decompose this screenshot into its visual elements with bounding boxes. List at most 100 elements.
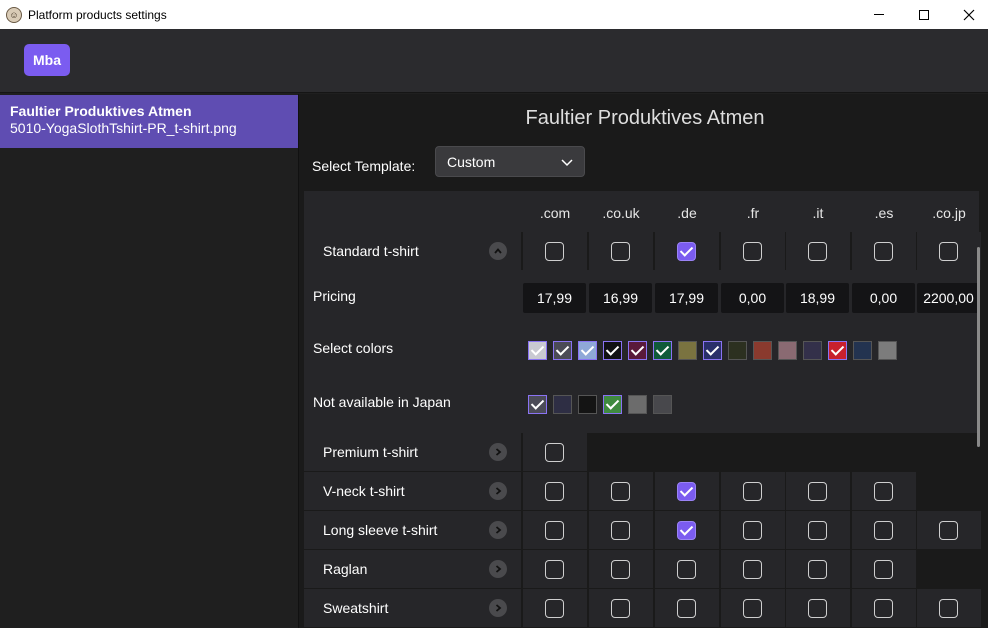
marketplace-checkbox[interactable]: [743, 521, 762, 540]
marketplace-checkbox[interactable]: [677, 521, 696, 540]
close-button[interactable]: [946, 0, 988, 29]
marketplace-checkbox[interactable]: [611, 482, 630, 501]
price-input[interactable]: 16,99: [589, 283, 652, 313]
marketplace-cell: [852, 472, 916, 510]
color-swatch[interactable]: [853, 341, 872, 360]
main-panel: Faultier Produktives Atmen Select Templa…: [298, 94, 988, 628]
marketplace-cell: [655, 232, 719, 270]
marketplace-cell: [523, 589, 587, 627]
product-name: V-neck t-shirt: [323, 483, 405, 499]
marketplace-checkbox[interactable]: [611, 560, 630, 579]
pricing-label: Pricing: [313, 288, 356, 304]
marketplace-cell: [523, 550, 587, 588]
marketplace-checkbox[interactable]: [545, 482, 564, 501]
color-swatch[interactable]: [603, 395, 622, 414]
template-select[interactable]: Custom: [435, 146, 585, 177]
marketplace-cell: [786, 511, 850, 549]
product-name-cell: Sweatshirt: [304, 589, 521, 627]
marketplace-checkbox[interactable]: [743, 560, 762, 579]
expand-toggle[interactable]: [489, 443, 507, 461]
color-swatch[interactable]: [828, 341, 847, 360]
marketplace-checkbox[interactable]: [874, 242, 893, 261]
expand-toggle[interactable]: [489, 560, 507, 578]
color-swatch[interactable]: [553, 341, 572, 360]
marketplace-checkbox[interactable]: [677, 560, 696, 579]
vertical-scrollbar[interactable]: [977, 247, 980, 447]
collapse-toggle[interactable]: [489, 242, 507, 260]
marketplace-header: .co.jp: [932, 205, 966, 221]
product-name: Sweatshirt: [323, 600, 389, 616]
minimize-button[interactable]: [856, 0, 902, 29]
expand-toggle[interactable]: [489, 599, 507, 617]
marketplace-checkbox[interactable]: [611, 599, 630, 618]
color-swatch[interactable]: [628, 341, 647, 360]
color-swatch[interactable]: [778, 341, 797, 360]
marketplace-checkbox[interactable]: [611, 521, 630, 540]
color-swatch[interactable]: [803, 341, 822, 360]
product-name: Standard t-shirt: [323, 243, 419, 259]
marketplace-checkbox[interactable]: [677, 242, 696, 261]
color-swatch[interactable]: [528, 341, 547, 360]
marketplace-checkbox[interactable]: [743, 599, 762, 618]
marketplace-cell: [721, 511, 785, 549]
account-button[interactable]: Mba: [24, 44, 70, 76]
marketplace-cell: [655, 589, 719, 627]
expand-toggle[interactable]: [489, 521, 507, 539]
marketplace-checkbox[interactable]: [611, 242, 630, 261]
chevron-right-icon: [495, 565, 502, 573]
marketplace-checkbox[interactable]: [677, 599, 696, 618]
maximize-button[interactable]: [901, 0, 947, 29]
marketplace-cell: [721, 232, 785, 270]
chevron-right-icon: [495, 604, 502, 612]
color-swatch[interactable]: [528, 395, 547, 414]
marketplace-checkbox[interactable]: [939, 599, 958, 618]
color-swatch[interactable]: [753, 341, 772, 360]
marketplace-checkbox[interactable]: [545, 443, 564, 462]
color-swatch[interactable]: [653, 395, 672, 414]
marketplace-checkbox[interactable]: [808, 482, 827, 501]
sloth-app-icon: ☺: [6, 6, 22, 23]
marketplace-checkbox[interactable]: [545, 242, 564, 261]
marketplace-checkbox[interactable]: [939, 242, 958, 261]
sidebar-item-filename: 5010-YogaSlothTshirt-PR_t-shirt.png: [10, 120, 237, 136]
marketplace-cell: [589, 511, 653, 549]
marketplace-checkbox[interactable]: [808, 560, 827, 579]
price-input[interactable]: 17,99: [655, 283, 718, 313]
color-swatch[interactable]: [553, 395, 572, 414]
color-swatch[interactable]: [578, 395, 597, 414]
color-swatch[interactable]: [653, 341, 672, 360]
marketplace-checkbox[interactable]: [808, 242, 827, 261]
price-input[interactable]: 18,99: [786, 283, 849, 313]
color-swatch[interactable]: [603, 341, 622, 360]
color-swatch[interactable]: [678, 341, 697, 360]
marketplace-checkbox[interactable]: [677, 482, 696, 501]
app-header: Mba: [0, 29, 988, 93]
price-input[interactable]: 17,99: [523, 283, 586, 313]
price-input[interactable]: 0,00: [721, 283, 784, 313]
color-swatch[interactable]: [578, 341, 597, 360]
marketplace-checkbox[interactable]: [874, 482, 893, 501]
price-input[interactable]: 2200,00: [917, 283, 980, 313]
marketplace-checkbox[interactable]: [808, 599, 827, 618]
color-swatch[interactable]: [878, 341, 897, 360]
color-swatch[interactable]: [728, 341, 747, 360]
marketplace-cell: [786, 472, 850, 510]
marketplace-checkbox[interactable]: [545, 560, 564, 579]
marketplace-checkbox[interactable]: [874, 599, 893, 618]
price-input[interactable]: 0,00: [852, 283, 915, 313]
marketplace-checkbox[interactable]: [743, 482, 762, 501]
marketplace-cell: [721, 550, 785, 588]
marketplace-checkbox[interactable]: [545, 599, 564, 618]
product-name: Long sleeve t-shirt: [323, 522, 438, 538]
color-swatch[interactable]: [628, 395, 647, 414]
marketplace-checkbox[interactable]: [808, 521, 827, 540]
marketplace-checkbox[interactable]: [939, 521, 958, 540]
color-swatch[interactable]: [703, 341, 722, 360]
product-name-cell: V-neck t-shirt: [304, 472, 521, 510]
marketplace-checkbox[interactable]: [545, 521, 564, 540]
marketplace-checkbox[interactable]: [874, 560, 893, 579]
marketplace-checkbox[interactable]: [743, 242, 762, 261]
marketplace-checkbox[interactable]: [874, 521, 893, 540]
expand-toggle[interactable]: [489, 482, 507, 500]
sidebar-item-design[interactable]: Faultier Produktives Atmen 5010-YogaSlot…: [0, 95, 298, 148]
